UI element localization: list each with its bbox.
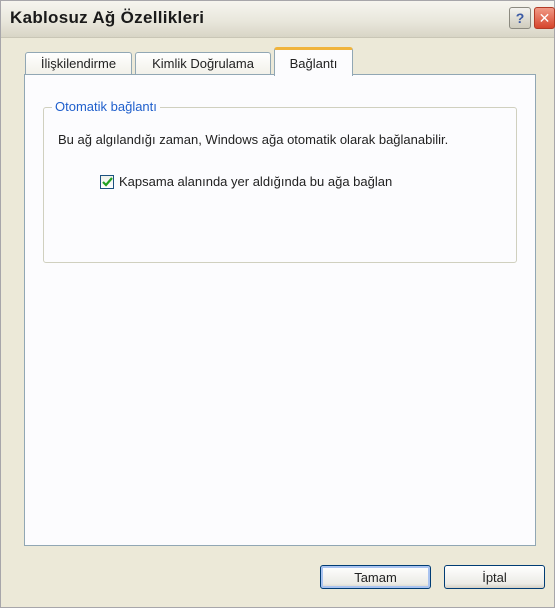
tab-label: İlişkilendirme: [40, 56, 117, 71]
checkmark-icon: [101, 176, 113, 187]
tab-label: Kimlik Doğrulama: [152, 56, 254, 71]
ok-button[interactable]: Tamam: [320, 565, 431, 589]
cancel-button[interactable]: İptal: [444, 565, 545, 589]
auto-connect-option[interactable]: Kapsama alanında yer aldığında bu ağa ba…: [100, 174, 392, 189]
group-title: Otomatik bağlantı: [52, 99, 160, 114]
tab-connection[interactable]: Bağlantı: [274, 47, 353, 76]
question-mark-icon: ?: [515, 10, 525, 26]
close-icon: ✕: [538, 9, 551, 26]
cancel-button-label: İptal: [482, 569, 507, 585]
tab-panel: Otomatik bağlantı Bu ağ algılandığı zama…: [24, 74, 536, 546]
checkbox-label[interactable]: Kapsama alanında yer aldığında bu ağa ba…: [119, 174, 392, 189]
group-description: Bu ağ algılandığı zaman, Windows ağa oto…: [58, 132, 449, 147]
ok-button-label: Tamam: [354, 569, 397, 585]
tab-authentication[interactable]: Kimlik Doğrulama: [135, 52, 271, 74]
title-bar[interactable]: Kablosuz Ağ Özellikleri ? ✕: [1, 1, 555, 38]
tab-association[interactable]: İlişkilendirme: [25, 52, 132, 74]
help-button[interactable]: ?: [509, 7, 531, 29]
auto-connect-group: Otomatik bağlantı Bu ağ algılandığı zama…: [43, 99, 517, 263]
close-button[interactable]: ✕: [534, 7, 555, 29]
tab-label: Bağlantı: [289, 55, 338, 71]
auto-connect-checkbox[interactable]: [100, 174, 114, 189]
window-title: Kablosuz Ağ Özellikleri: [10, 8, 205, 27]
dialog-window: Kablosuz Ağ Özellikleri ? ✕ İlişkilendir…: [0, 0, 555, 608]
